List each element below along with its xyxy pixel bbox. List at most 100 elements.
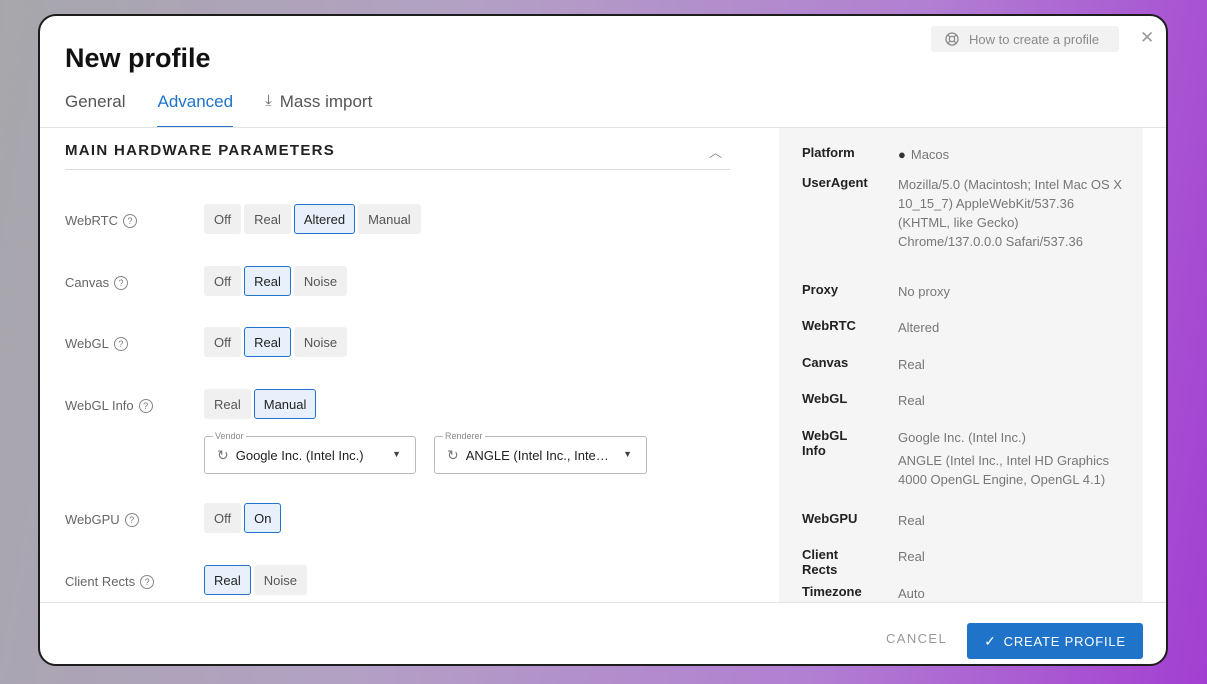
- summary-value: ● Macos: [898, 145, 1123, 164]
- how-to-create-profile-button[interactable]: How to create a profile: [931, 26, 1119, 52]
- param-label: WebRTC?: [65, 213, 137, 228]
- option-off[interactable]: Off: [204, 266, 242, 296]
- help-label: How to create a profile: [969, 31, 1100, 47]
- summary-value: Real: [898, 393, 925, 408]
- param-row-webgl: WebGL? Off Real Noise: [65, 327, 730, 361]
- option-real[interactable]: Real: [204, 389, 251, 419]
- summary-value: Google Inc. (Intel Inc.) ANGLE (Intel In…: [898, 428, 1123, 489]
- renderer-legend: Renderer: [443, 431, 485, 441]
- summary-key: WebRTC: [802, 318, 856, 333]
- vendor-select[interactable]: Vendor ↻ Google Inc. (Intel Inc.) ▼: [204, 431, 416, 474]
- cancel-button[interactable]: CANCEL: [886, 631, 947, 646]
- param-label-text: WebGL: [65, 336, 109, 351]
- tab-bar: General Advanced ⤓ Mass import: [65, 92, 404, 128]
- vendor-value-wrap: ↻ Google Inc. (Intel Inc.): [217, 447, 364, 464]
- dialog-title: New profile: [65, 43, 211, 73]
- canvas-toggle-group: Off Real Noise: [204, 266, 348, 296]
- help-icon[interactable]: ?: [140, 574, 155, 589]
- webgl-info-toggle-group: Real Manual: [204, 389, 317, 419]
- client-rects-toggle-group: Real Noise: [204, 565, 307, 595]
- tab-label: Advanced: [157, 92, 234, 111]
- summary-key: Canvas: [802, 355, 849, 370]
- summary-value: Altered: [898, 320, 940, 335]
- download-icon: ⤓: [265, 92, 272, 109]
- option-altered[interactable]: Altered: [293, 204, 356, 234]
- webgl-toggle-group: Off Real Noise: [204, 327, 348, 357]
- renderer-value: ANGLE (Intel Inc., Inte…: [465, 448, 609, 463]
- lifebuoy-icon: [945, 32, 959, 46]
- help-icon[interactable]: ?: [124, 512, 139, 527]
- option-off[interactable]: Off: [204, 327, 242, 357]
- option-real[interactable]: Real: [244, 204, 291, 234]
- option-noise[interactable]: Noise: [293, 266, 348, 296]
- section-title: MAIN HARDWARE PARAMETERS: [65, 142, 336, 159]
- summary-value: Real: [898, 549, 925, 564]
- option-real[interactable]: Real: [244, 327, 291, 357]
- create-profile-button[interactable]: ✓ CREATE PROFILE: [967, 623, 1143, 659]
- summary-key: Proxy: [802, 282, 839, 297]
- summary-value: No proxy: [898, 284, 951, 299]
- check-icon: ✓: [984, 632, 997, 649]
- summary-key: UserAgent: [802, 175, 868, 190]
- param-label: WebGPU?: [65, 512, 139, 527]
- param-label: WebGL?: [65, 336, 128, 351]
- renderer-select[interactable]: Renderer ↻ ANGLE (Intel Inc., Inte… ▼: [434, 431, 647, 474]
- summary-key: Platform: [802, 145, 855, 160]
- option-manual[interactable]: Manual: [253, 389, 317, 419]
- param-row-webrtc: WebRTC? Off Real Altered Manual: [65, 204, 730, 238]
- tab-general[interactable]: General: [65, 92, 125, 128]
- tab-label: General: [65, 92, 126, 111]
- option-off[interactable]: Off: [204, 503, 242, 533]
- param-label-text: WebGL Info: [65, 398, 134, 413]
- param-label: Client Rects?: [65, 574, 155, 589]
- tab-label: Mass import: [279, 92, 373, 111]
- option-real[interactable]: Real: [244, 266, 291, 296]
- param-row-canvas: Canvas? Off Real Noise: [65, 266, 730, 300]
- webgl-renderer-value: ANGLE (Intel Inc., Intel HD Graphics 400…: [898, 453, 1109, 487]
- param-label-text: WebGPU: [65, 512, 120, 527]
- param-row-webgl-info: WebGL Info? Real Manual: [65, 389, 730, 423]
- param-label-text: Client Rects: [65, 574, 136, 589]
- platform-value: Macos: [910, 147, 950, 162]
- section-header[interactable]: MAIN HARDWARE PARAMETERS ︿: [65, 128, 730, 170]
- option-manual[interactable]: Manual: [358, 204, 421, 234]
- option-real[interactable]: Real: [204, 565, 251, 595]
- help-icon[interactable]: ?: [122, 213, 137, 228]
- option-noise[interactable]: Noise: [253, 565, 307, 595]
- option-off[interactable]: Off: [204, 204, 242, 234]
- summary-value: Auto: [898, 586, 925, 601]
- help-icon[interactable]: ?: [113, 336, 128, 351]
- hardware-parameters-panel: MAIN HARDWARE PARAMETERS ︿ WebRTC? Off R…: [65, 128, 730, 602]
- option-on[interactable]: On: [244, 503, 282, 533]
- vendor-value: Google Inc. (Intel Inc.): [235, 448, 364, 463]
- summary-value: Real: [898, 357, 925, 372]
- chevron-up-icon[interactable]: ︿: [709, 142, 722, 161]
- summary-key: WebGL Info: [802, 428, 848, 458]
- param-row-webgpu: WebGPU? Off On: [65, 503, 730, 537]
- renderer-value-wrap: ↻ ANGLE (Intel Inc., Inte…: [447, 447, 609, 464]
- refresh-icon[interactable]: ↻: [217, 447, 229, 464]
- tab-mass-import[interactable]: ⤓ Mass import: [265, 92, 372, 128]
- option-noise[interactable]: Noise: [293, 327, 348, 357]
- summary-key: WebGPU: [802, 511, 858, 526]
- summary-key: Client Rects: [802, 547, 839, 577]
- create-profile-label: CREATE PROFILE: [1003, 633, 1126, 649]
- refresh-icon[interactable]: ↻: [447, 447, 459, 464]
- help-icon[interactable]: ?: [138, 398, 153, 413]
- close-icon[interactable]: ✕: [1140, 29, 1154, 47]
- help-icon[interactable]: ?: [114, 275, 129, 290]
- param-label: WebGL Info?: [65, 398, 153, 413]
- summary-value: Mozilla/5.0 (Macintosh; Intel Mac OS X 1…: [898, 177, 1122, 249]
- param-label-text: WebRTC: [65, 213, 118, 228]
- summary-key: WebGL: [802, 391, 848, 406]
- divider: [40, 602, 1166, 603]
- summary-key: Timezone: [802, 584, 862, 599]
- caret-down-icon: ▼: [623, 449, 632, 459]
- caret-down-icon: ▼: [392, 449, 401, 459]
- apple-icon: ●: [898, 147, 906, 162]
- summary-value: Real: [898, 513, 925, 528]
- webgl-vendor-value: Google Inc. (Intel Inc.): [898, 430, 1026, 445]
- param-label-text: Canvas: [65, 275, 110, 290]
- tab-advanced[interactable]: Advanced: [157, 92, 233, 128]
- param-label: Canvas?: [65, 275, 129, 290]
